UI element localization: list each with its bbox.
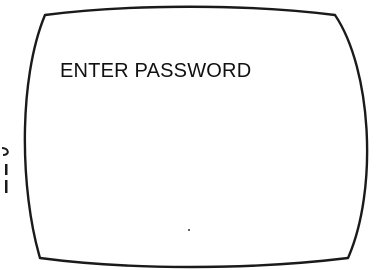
screen-speck	[188, 229, 190, 231]
password-prompt: ENTER PASSWORD	[60, 60, 252, 82]
edge-marks-icon	[1, 147, 9, 193]
